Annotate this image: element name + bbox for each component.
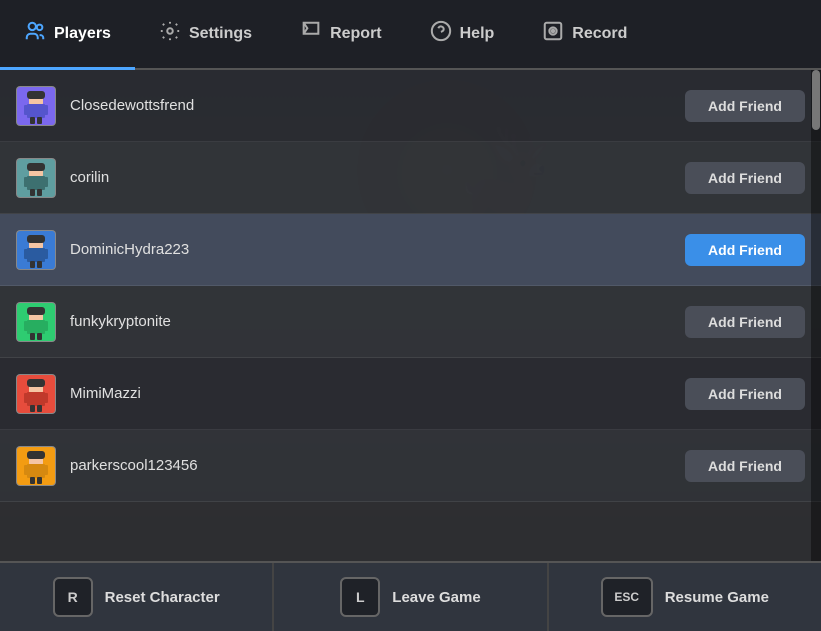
scrollbar-thumb[interactable] xyxy=(812,70,820,130)
add-friend-button[interactable]: Add Friend xyxy=(685,90,805,122)
player-name: parkerscool123456 xyxy=(70,457,685,474)
nav-label-players: Players xyxy=(54,25,111,43)
nav-label-record: Record xyxy=(572,25,627,43)
main-panel: Players Settings Report Help Record Clos… xyxy=(0,0,821,631)
nav-label-report: Report xyxy=(330,25,382,43)
reset-button[interactable]: R Reset Character xyxy=(0,563,274,631)
nav-label-settings: Settings xyxy=(189,25,252,43)
player-row[interactable]: ClosedewottsfrendAdd Friend xyxy=(0,70,821,142)
reset-key-badge: R xyxy=(53,577,93,617)
record-icon xyxy=(542,20,564,48)
nav-item-record[interactable]: Record xyxy=(518,0,651,70)
top-nav: Players Settings Report Help Record xyxy=(0,0,821,70)
player-name: Closedewottsfrend xyxy=(70,97,685,114)
help-icon xyxy=(430,20,452,48)
nav-item-players[interactable]: Players xyxy=(0,0,135,70)
player-row[interactable]: MimiMazziAdd Friend xyxy=(0,358,821,430)
player-avatar xyxy=(16,302,56,342)
players-icon xyxy=(24,20,46,48)
resume-key-badge: ESC xyxy=(601,577,653,617)
resume-button[interactable]: ESC Resume Game xyxy=(549,563,821,631)
add-friend-button[interactable]: Add Friend xyxy=(685,162,805,194)
player-row[interactable]: funkykryptoniteAdd Friend xyxy=(0,286,821,358)
add-friend-button[interactable]: Add Friend xyxy=(685,378,805,410)
player-row[interactable]: DominicHydra223Add Friend xyxy=(0,214,821,286)
add-friend-button[interactable]: Add Friend xyxy=(685,450,805,482)
player-avatar xyxy=(16,86,56,126)
settings-icon xyxy=(159,20,181,48)
nav-item-report[interactable]: Report xyxy=(276,0,406,70)
player-name: funkykryptonite xyxy=(70,313,685,330)
report-icon xyxy=(300,20,322,48)
player-list[interactable]: ClosedewottsfrendAdd Friend corilinAdd F… xyxy=(0,70,821,561)
player-avatar xyxy=(16,374,56,414)
action-bar: R Reset Character L Leave Game ESC Resume Gam… xyxy=(0,561,821,631)
player-row[interactable]: parkerscool123456Add Friend xyxy=(0,430,821,502)
leave-label: Leave Game xyxy=(392,589,480,606)
player-avatar xyxy=(16,230,56,270)
add-friend-button[interactable]: Add Friend xyxy=(685,234,805,266)
scrollbar-track[interactable] xyxy=(811,70,821,561)
player-name: DominicHydra223 xyxy=(70,241,685,258)
add-friend-button[interactable]: Add Friend xyxy=(685,306,805,338)
reset-label: Reset Character xyxy=(105,589,220,606)
player-avatar xyxy=(16,446,56,486)
nav-item-settings[interactable]: Settings xyxy=(135,0,276,70)
leave-button[interactable]: L Leave Game xyxy=(274,563,548,631)
leave-key-badge: L xyxy=(340,577,380,617)
nav-item-help[interactable]: Help xyxy=(406,0,519,70)
resume-label: Resume Game xyxy=(665,589,769,606)
player-name: MimiMazzi xyxy=(70,385,685,402)
player-row[interactable]: corilinAdd Friend xyxy=(0,142,821,214)
nav-label-help: Help xyxy=(460,25,495,43)
player-avatar xyxy=(16,158,56,198)
player-name: corilin xyxy=(70,169,685,186)
